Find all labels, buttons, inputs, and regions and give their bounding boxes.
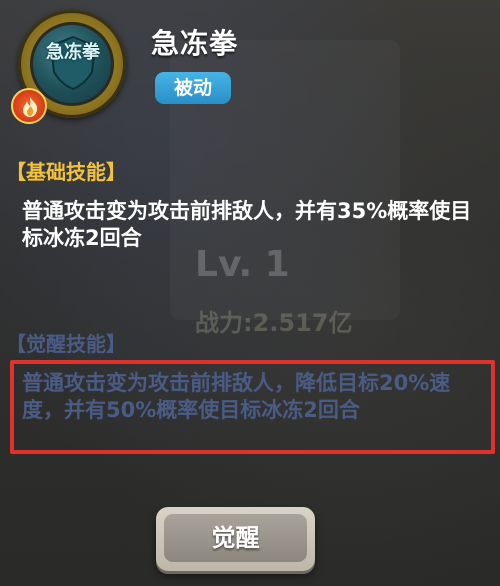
fire-badge-icon [11,88,47,124]
base-skill-description: 普通攻击变为攻击前排敌人，并有35%概率使目标冰冻2回合 [22,199,472,250]
awakened-skill-highlight [10,360,495,454]
awakened-skill-title: 【觉醒技能】 [6,332,126,356]
background-power-text: 战力:2.517亿 [195,309,353,337]
skill-name: 急冻拳 [151,27,239,60]
skill-icon-label: 急冻拳 [46,42,100,63]
awaken-button-label: 觉醒 [164,514,307,562]
base-skill-title: 【基础技能】 [6,160,126,184]
skill-detail-panel: Lv. 1 战力:2.517亿 急冻拳 急冻拳 被动 【基础技能】 普通攻击变为… [0,0,500,586]
skill-type-badge: 被动 [155,72,231,104]
awaken-button[interactable]: 觉醒 [156,507,315,571]
